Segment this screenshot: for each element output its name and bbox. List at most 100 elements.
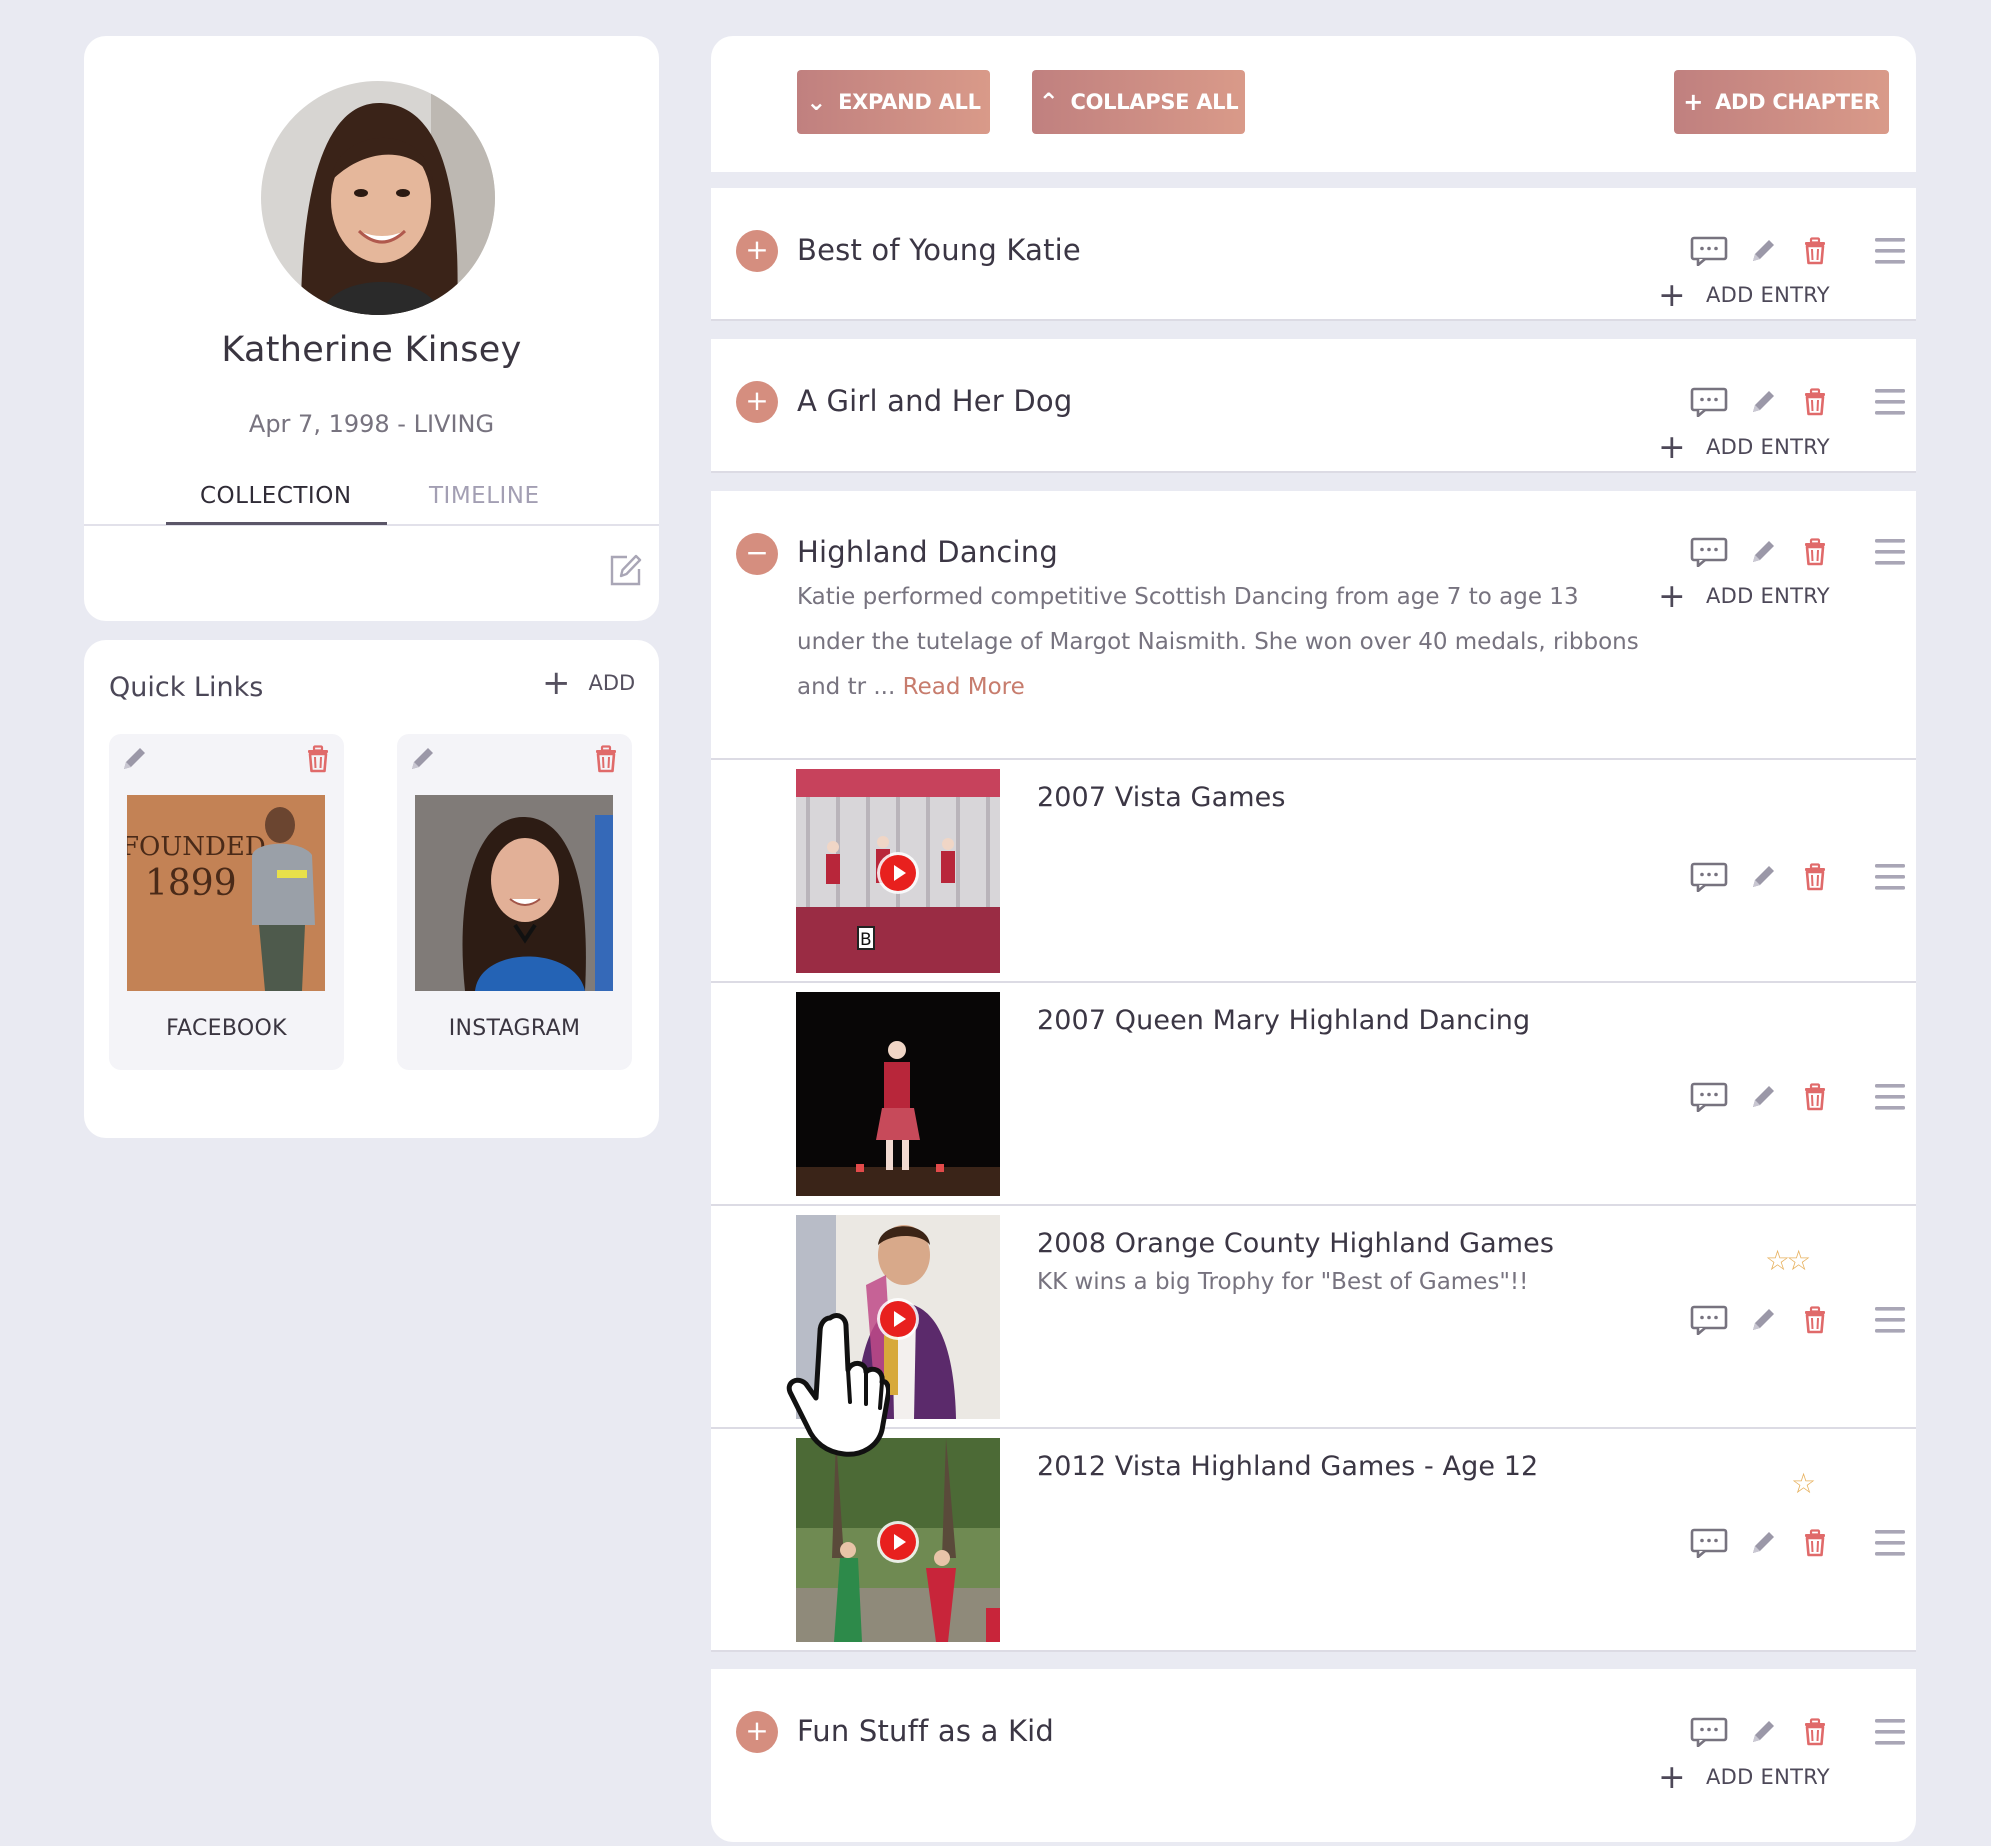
thumbnail-text: B bbox=[860, 930, 872, 950]
pencil-icon[interactable] bbox=[1748, 387, 1778, 417]
tab-collection[interactable]: COLLECTION bbox=[200, 483, 352, 509]
add-quick-link-button[interactable]: + ADD bbox=[542, 663, 636, 703]
play-icon[interactable] bbox=[880, 1301, 916, 1337]
comment-icon[interactable] bbox=[1690, 537, 1728, 567]
drag-handle-icon[interactable] bbox=[1873, 386, 1907, 418]
entry-actions bbox=[1690, 1305, 1830, 1335]
plus-icon: + bbox=[1683, 88, 1704, 116]
add-entry-button[interactable]: + ADD ENTRY bbox=[1658, 427, 1830, 466]
expand-chapter-icon[interactable]: + bbox=[736, 230, 778, 272]
entry-title[interactable]: 2007 Queen Mary Highland Dancing bbox=[1037, 1005, 1530, 1036]
trash-icon[interactable] bbox=[1800, 236, 1830, 266]
add-entry-button[interactable]: + ADD ENTRY bbox=[1658, 275, 1830, 314]
profile-avatar[interactable] bbox=[261, 81, 495, 315]
entry-actions bbox=[1690, 862, 1830, 892]
quick-link-facebook[interactable]: FOUNDED 1899 FACEBOOK bbox=[109, 734, 344, 1070]
entry-thumbnail[interactable] bbox=[796, 992, 1000, 1196]
pencil-icon[interactable] bbox=[1748, 537, 1778, 567]
tab-timeline[interactable]: TIMELINE bbox=[429, 483, 540, 509]
drag-handle-icon[interactable] bbox=[1873, 1081, 1907, 1113]
pencil-icon[interactable] bbox=[1748, 1082, 1778, 1112]
trash-icon[interactable] bbox=[1800, 1528, 1830, 1558]
chapter-description-line: Katie performed competitive Scottish Dan… bbox=[797, 584, 1579, 610]
pencil-icon[interactable] bbox=[1748, 236, 1778, 266]
chapter-actions bbox=[1690, 387, 1830, 417]
pencil-icon[interactable] bbox=[1748, 1717, 1778, 1747]
trash-icon[interactable] bbox=[591, 744, 621, 774]
profile-card: Katherine Kinsey Apr 7, 1998 - LIVING CO… bbox=[84, 36, 659, 621]
chapter-title[interactable]: Best of Young Katie bbox=[797, 233, 1081, 267]
trash-icon[interactable] bbox=[1800, 862, 1830, 892]
trash-icon[interactable] bbox=[1800, 1717, 1830, 1747]
star-rating[interactable]: ☆ bbox=[1791, 1467, 1816, 1500]
chapter-actions bbox=[1690, 1717, 1830, 1747]
entry-title[interactable]: 2008 Orange County Highland Games bbox=[1037, 1228, 1554, 1259]
plus-icon: + bbox=[542, 663, 571, 703]
pencil-icon[interactable] bbox=[1748, 862, 1778, 892]
entry-title[interactable]: 2007 Vista Games bbox=[1037, 782, 1286, 813]
facebook-image-text-year: 1899 bbox=[145, 863, 237, 904]
chapter-title[interactable]: Fun Stuff as a Kid bbox=[797, 1714, 1054, 1748]
facebook-thumbnail[interactable]: FOUNDED 1899 bbox=[127, 795, 325, 991]
collapse-all-label: COLLAPSE ALL bbox=[1070, 90, 1239, 114]
comment-icon[interactable] bbox=[1690, 1082, 1728, 1112]
chapter-row: + A Girl and Her Dog + ADD ENTRY bbox=[711, 339, 1916, 473]
chapter-description-line: and tr ... bbox=[797, 674, 896, 700]
add-quick-link-label: ADD bbox=[588, 671, 636, 695]
comment-icon[interactable] bbox=[1690, 1717, 1728, 1747]
pencil-icon[interactable] bbox=[1748, 1528, 1778, 1558]
add-entry-button[interactable]: + ADD ENTRY bbox=[1658, 1760, 1830, 1793]
comment-icon[interactable] bbox=[1690, 387, 1728, 417]
trash-icon[interactable] bbox=[1800, 1082, 1830, 1112]
chapters-toolbar: ⌄ EXPAND ALL ⌃ COLLAPSE ALL + ADD CHAPTE… bbox=[711, 36, 1916, 172]
expand-chapter-icon[interactable]: + bbox=[736, 381, 778, 423]
trash-icon[interactable] bbox=[303, 744, 333, 774]
profile-name: Katherine Kinsey bbox=[221, 330, 522, 370]
trash-icon[interactable] bbox=[1800, 1305, 1830, 1335]
star-rating[interactable]: ☆☆ bbox=[1765, 1244, 1811, 1277]
comment-icon[interactable] bbox=[1690, 1528, 1728, 1558]
chapter-description: Katie performed competitive Scottish Dan… bbox=[797, 575, 1702, 710]
expand-all-label: EXPAND ALL bbox=[838, 90, 981, 114]
drag-handle-icon[interactable] bbox=[1873, 861, 1907, 893]
comment-icon[interactable] bbox=[1690, 862, 1728, 892]
instagram-thumbnail[interactable] bbox=[415, 795, 613, 991]
facebook-image-text-founded: FOUNDED bbox=[127, 832, 266, 862]
pencil-icon[interactable] bbox=[1748, 1305, 1778, 1335]
trash-icon[interactable] bbox=[1800, 537, 1830, 567]
pencil-icon[interactable] bbox=[407, 744, 437, 774]
edit-profile-icon[interactable] bbox=[607, 551, 645, 589]
chapter-title[interactable]: Highland Dancing bbox=[797, 535, 1058, 569]
pencil-icon[interactable] bbox=[119, 744, 149, 774]
chapter-title[interactable]: A Girl and Her Dog bbox=[797, 384, 1072, 418]
drag-handle-icon[interactable] bbox=[1873, 1716, 1907, 1748]
active-tab-indicator bbox=[166, 522, 387, 525]
plus-icon: + bbox=[1658, 427, 1686, 466]
expand-all-button[interactable]: ⌄ EXPAND ALL bbox=[797, 70, 990, 134]
add-entry-label: ADD ENTRY bbox=[1705, 283, 1830, 307]
entry-thumbnail[interactable]: B bbox=[796, 769, 1000, 973]
play-icon[interactable] bbox=[880, 1524, 916, 1560]
entry-description: KK wins a big Trophy for "Best of Games"… bbox=[1037, 1269, 1529, 1295]
expand-chapter-icon[interactable]: + bbox=[736, 1711, 778, 1753]
quick-link-instagram[interactable]: INSTAGRAM bbox=[397, 734, 632, 1070]
drag-handle-icon[interactable] bbox=[1873, 1527, 1907, 1559]
collapse-all-button[interactable]: ⌃ COLLAPSE ALL bbox=[1032, 70, 1245, 134]
plus-icon: + bbox=[1658, 275, 1686, 314]
comment-icon[interactable] bbox=[1690, 1305, 1728, 1335]
drag-handle-icon[interactable] bbox=[1873, 235, 1907, 267]
comment-icon[interactable] bbox=[1690, 236, 1728, 266]
collapse-chapter-icon[interactable]: − bbox=[736, 533, 778, 575]
drag-handle-icon[interactable] bbox=[1873, 536, 1907, 568]
chapter-description-line: and tr ... Read More bbox=[797, 665, 1702, 710]
entry-thumbnail[interactable] bbox=[796, 1215, 1000, 1419]
read-more-link[interactable]: Read More bbox=[903, 674, 1025, 700]
trash-icon[interactable] bbox=[1800, 387, 1830, 417]
entry-row: 2007 Queen Mary Highland Dancing bbox=[711, 983, 1916, 1206]
entry-title[interactable]: 2012 Vista Highland Games - Age 12 bbox=[1037, 1451, 1538, 1482]
entry-thumbnail[interactable] bbox=[796, 1438, 1000, 1642]
add-chapter-button[interactable]: + ADD CHAPTER bbox=[1674, 70, 1889, 134]
play-icon[interactable] bbox=[880, 855, 916, 891]
drag-handle-icon[interactable] bbox=[1873, 1304, 1907, 1336]
entry-actions bbox=[1690, 1528, 1830, 1558]
